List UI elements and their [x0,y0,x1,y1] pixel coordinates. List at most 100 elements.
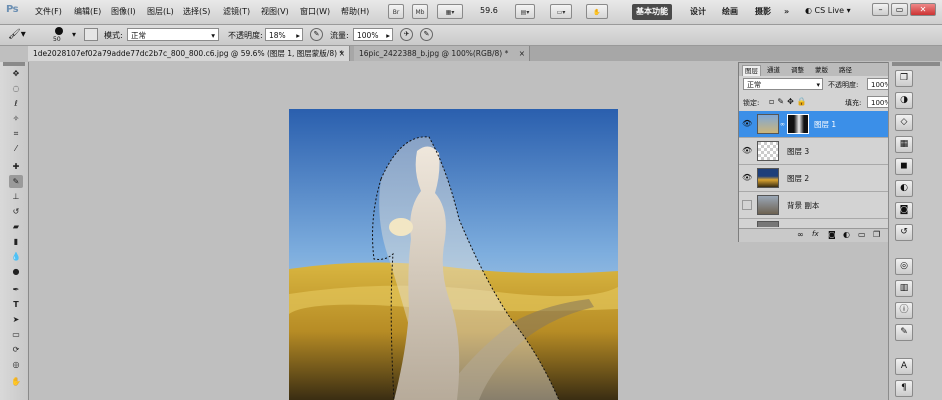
layer-row-2[interactable]: 👁 图层 3 [739,138,903,165]
eraser-tool[interactable]: ▰ [9,220,23,233]
layer-row-1[interactable]: 👁 ∞ 图层 1 [739,111,903,138]
dodge-tool[interactable]: ● [9,265,23,278]
dock-masks-button[interactable]: ◙ [895,202,913,219]
layer-row-4[interactable]: 背景 副本 [739,192,903,219]
workspace-photography[interactable]: 摄影 [751,4,775,20]
menu-filter[interactable]: 滤镜(T) [223,6,250,17]
visibility-eye-icon[interactable]: 👁 [742,173,752,183]
menu-window[interactable]: 窗口(W) [300,6,330,17]
restore-button[interactable]: ▭ [891,3,908,16]
close-window-button[interactable]: ✕ [910,3,936,16]
close-icon[interactable]: × [339,46,345,61]
blend-mode-select[interactable]: 正常 ▾ [743,78,823,90]
menu-image[interactable]: 图像(I) [111,6,136,17]
dock-styles-button[interactable]: ◼ [895,158,913,175]
zoom-level[interactable]: 59.6 [480,6,498,15]
menu-layer[interactable]: 图层(L) [147,6,174,17]
brush-preset-picker[interactable]: 50 [50,26,70,44]
blur-tool[interactable]: 💧 [9,250,23,263]
mini-bridge-button[interactable]: Mb [412,4,428,19]
close-icon[interactable]: × [519,46,525,61]
lock-buttons[interactable]: ▫✎✥🔒 [769,97,810,106]
lock-all-icon[interactable]: 🔒 [797,97,810,106]
airbrush-button[interactable]: ✈ [400,28,413,41]
lock-pixels-icon[interactable]: ✎ [777,97,787,106]
tab-document-2[interactable]: 16pic_2422388_b.jpg @ 100%(RGB/8) * × [354,46,530,61]
clone-stamp-tool[interactable]: ⊥ [9,190,23,203]
extras-dropdown[interactable]: ▦▾ [437,4,463,19]
workspace-essentials[interactable]: 基本功能 [632,4,672,20]
pen-tool[interactable]: ✒ [9,283,23,296]
pressure-opacity-button[interactable]: ✎ [310,28,323,41]
visibility-eye-icon[interactable]: 👁 [742,146,752,156]
lock-position-icon[interactable]: ✥ [787,97,797,106]
dock-channels-button[interactable]: ◑ [895,92,913,109]
dock-swatches-button[interactable]: ▦ [895,136,913,153]
3d-camera-tool[interactable]: ◎ [9,358,23,371]
brush-panel-toggle[interactable]: ▾ [72,30,76,39]
brush-tool[interactable]: ✎ [9,175,23,188]
menu-help[interactable]: 帮助(H) [341,6,369,17]
tool-preset-picker[interactable]: 🖌▾ [8,28,30,42]
menu-view[interactable]: 视图(V) [261,6,289,17]
dock-histogram-button[interactable]: ▥ [895,280,913,297]
path-selection-tool[interactable]: ➤ [9,313,23,326]
adjustment-icon[interactable]: ◐ [843,230,850,239]
eyedropper-tool[interactable]: ⁄ [9,142,23,155]
workspace-more[interactable]: » [780,4,793,20]
healing-brush-tool[interactable]: ✚ [9,160,23,173]
type-tool[interactable]: T [9,298,23,311]
dock-layers-button[interactable]: ❐ [895,70,913,87]
hand-tool[interactable]: ✋ [9,375,23,388]
layer-row-3[interactable]: 👁 图层 2 [739,165,903,192]
dock-navigator-button[interactable]: ◎ [895,258,913,275]
hand-tool-button[interactable]: ✋ [586,4,608,19]
dock-grip[interactable] [892,62,940,66]
screen-mode-button[interactable]: ▭▾ [550,4,572,19]
layer-mask-thumbnail[interactable] [787,114,809,134]
menu-select[interactable]: 选择(S) [183,6,210,17]
dock-character-button[interactable]: A [895,358,913,375]
visibility-eye-icon[interactable]: 👁 [742,119,752,129]
toggle-brush-panel-button[interactable] [84,28,98,41]
3d-rotate-tool[interactable]: ⟳ [9,343,23,356]
history-brush-tool[interactable]: ↺ [9,205,23,218]
flow-input[interactable]: 100% ▸ [353,28,393,41]
dock-info-button[interactable]: ⓘ [895,302,913,319]
lasso-tool[interactable]: ℓ [9,97,23,110]
mask-icon[interactable]: ◙ [828,230,836,239]
menu-edit[interactable]: 编辑(E) [74,6,101,17]
fx-icon[interactable]: fx [812,230,819,238]
minimize-button[interactable]: – [872,3,889,16]
visibility-toggle[interactable] [742,200,752,210]
tab-channels[interactable]: 通道 [765,65,782,75]
tab-document-1[interactable]: 1de2028107ef02a79adde77dc2b7c_800_800.c6… [28,46,350,61]
tab-adjustments[interactable]: 调整 [789,65,806,75]
dock-brushes-button[interactable]: ✎ [895,324,913,341]
quick-selection-tool[interactable]: ✧ [9,112,23,125]
document-canvas[interactable] [289,109,618,400]
dock-paths-button[interactable]: ◇ [895,114,913,131]
marquee-tool[interactable]: ◌ [9,82,23,95]
dock-adjustments-button[interactable]: ◐ [895,180,913,197]
mask-link-icon[interactable]: ∞ [780,121,785,128]
workspace-painting[interactable]: 绘画 [718,4,742,20]
folder-icon[interactable]: ▭ [858,230,866,239]
new-layer-icon[interactable]: ❐ [873,230,880,239]
mode-select[interactable]: 正常 ▾ [127,28,219,41]
opacity-input[interactable]: 18% ▸ [265,28,303,41]
dock-history-button[interactable]: ↺ [895,224,913,241]
menu-file[interactable]: 文件(F) [35,6,62,17]
cs-live-button[interactable]: ◐ CS Live ▾ [805,6,851,15]
move-tool[interactable]: ✥ [9,67,23,80]
gradient-tool[interactable]: ▮ [9,235,23,248]
panel-grip[interactable] [3,62,25,66]
arrange-documents-button[interactable]: ▤▾ [515,4,535,19]
tab-layers[interactable]: 图层 [742,65,761,76]
workspace-design[interactable]: 设计 [686,4,710,20]
tab-paths[interactable]: 路径 [837,65,854,75]
bridge-button[interactable]: Br [388,4,404,19]
crop-tool[interactable]: ⌗ [9,127,23,140]
pressure-size-button[interactable]: ✎ [420,28,433,41]
tab-masks[interactable]: 蒙版 [813,65,830,75]
